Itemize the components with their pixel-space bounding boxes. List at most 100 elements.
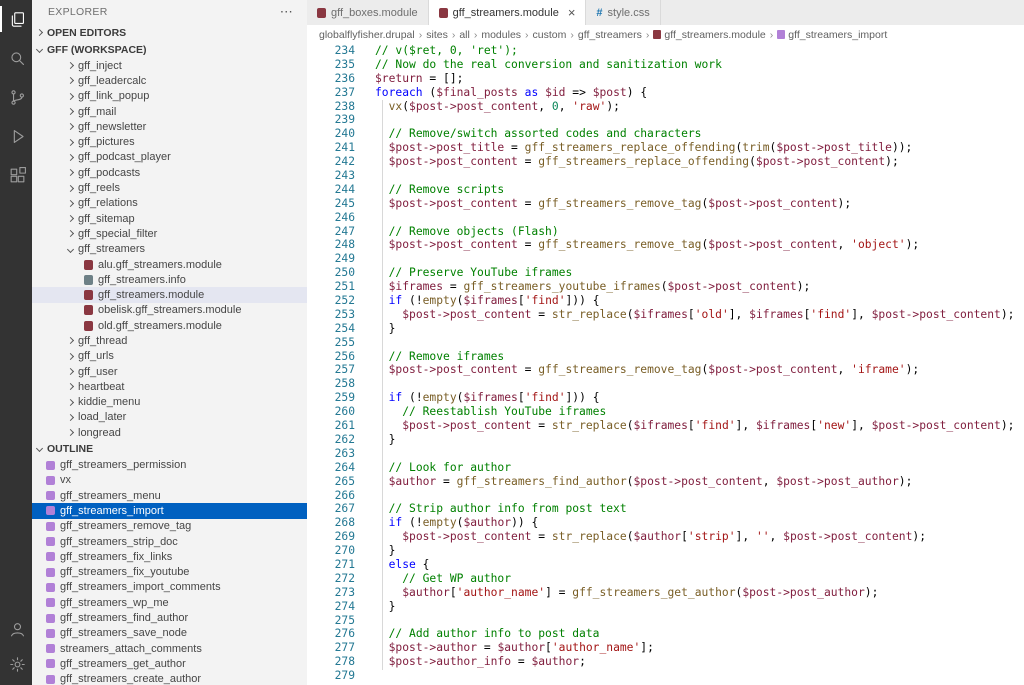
code-line[interactable]: 263 <box>307 447 1024 461</box>
code-line[interactable]: 260 // Reestablish YouTube iframes <box>307 405 1024 419</box>
extensions-icon[interactable] <box>0 162 32 188</box>
tree-item[interactable]: gff_newsletter <box>32 119 307 134</box>
code-line[interactable]: 247 // Remove objects (Flash) <box>307 225 1024 239</box>
outline-item[interactable]: gff_streamers_fix_links <box>32 549 307 564</box>
breadcrumb-item[interactable]: modules <box>481 29 521 41</box>
outline-item[interactable]: streamers_attach_comments <box>32 641 307 656</box>
outline-section[interactable]: OUTLINE <box>32 440 307 457</box>
tree-item[interactable]: kiddie_menu <box>32 395 307 410</box>
code-line[interactable]: 269 $post->post_content = str_replace($a… <box>307 530 1024 544</box>
code-line[interactable]: 249 <box>307 252 1024 266</box>
tree-item[interactable]: gff_special_filter <box>32 226 307 241</box>
tab[interactable]: gff_streamers.module× <box>429 0 587 25</box>
tab[interactable]: #style.css <box>586 0 660 25</box>
outline-item[interactable]: gff_streamers_get_author <box>32 656 307 671</box>
code-line[interactable]: 265 $author = gff_streamers_find_author(… <box>307 475 1024 489</box>
tree-item[interactable]: gff_inject <box>32 58 307 73</box>
code-line[interactable]: 245 $post->post_content = gff_streamers_… <box>307 197 1024 211</box>
tree-item[interactable]: gff_user <box>32 364 307 379</box>
code-line[interactable]: 248 $post->post_content = gff_streamers_… <box>307 238 1024 252</box>
code-line[interactable]: 275 <box>307 614 1024 628</box>
code-line[interactable]: 241 $post->post_title = gff_streamers_re… <box>307 141 1024 155</box>
settings-icon[interactable] <box>0 651 32 677</box>
tree-item[interactable]: old.gff_streamers.module <box>32 318 307 333</box>
breadcrumb-item[interactable]: gff_streamers.module <box>653 29 765 41</box>
breadcrumb-item[interactable]: gff_streamers_import <box>777 29 887 41</box>
code-line[interactable]: 242 $post->post_content = gff_streamers_… <box>307 155 1024 169</box>
code-line[interactable]: 277 $post->author = $author['author_name… <box>307 641 1024 655</box>
breadcrumb-item[interactable]: sites <box>426 29 448 41</box>
tree-item[interactable]: gff_pictures <box>32 134 307 149</box>
outline-item[interactable]: vx <box>32 473 307 488</box>
code-line[interactable]: 270 } <box>307 544 1024 558</box>
accounts-icon[interactable] <box>0 616 32 642</box>
outline-item[interactable]: gff_streamers_strip_doc <box>32 534 307 549</box>
code-line[interactable]: 279 <box>307 669 1024 683</box>
outline-item[interactable]: gff_streamers_import <box>32 503 307 518</box>
tree-item[interactable]: gff_streamers.info <box>32 272 307 287</box>
code-line[interactable]: 274 } <box>307 600 1024 614</box>
open-editors-section[interactable]: OPEN EDITORS <box>32 24 307 41</box>
code-line[interactable]: 238 vx($post->post_content, 0, 'raw'); <box>307 100 1024 114</box>
code-line[interactable]: 257 $post->post_content = gff_streamers_… <box>307 363 1024 377</box>
code-line[interactable]: 262 } <box>307 433 1024 447</box>
outline-item[interactable]: gff_streamers_menu <box>32 488 307 503</box>
source-control-icon[interactable] <box>0 84 32 110</box>
more-actions-icon[interactable]: ⋯ <box>280 4 293 20</box>
breadcrumb-item[interactable]: all <box>459 29 470 41</box>
code-line[interactable]: 264 // Look for author <box>307 461 1024 475</box>
tree-item[interactable]: gff_reels <box>32 180 307 195</box>
code-line[interactable]: 272 // Get WP author <box>307 572 1024 586</box>
code-line[interactable]: 261 $post->post_content = str_replace($i… <box>307 419 1024 433</box>
outline-item[interactable]: gff_streamers_remove_tag <box>32 519 307 534</box>
code-line[interactable]: 254 } <box>307 322 1024 336</box>
code-line[interactable]: 278 $post->author_info = $author; <box>307 655 1024 669</box>
outline-item[interactable]: gff_streamers_import_comments <box>32 580 307 595</box>
outline-item[interactable]: gff_streamers_find_author <box>32 610 307 625</box>
code-line[interactable]: 253 $post->post_content = str_replace($i… <box>307 308 1024 322</box>
tree-item[interactable]: gff_link_popup <box>32 89 307 104</box>
outline-item[interactable]: gff_streamers_fix_youtube <box>32 565 307 580</box>
code-line[interactable]: 271 else { <box>307 558 1024 572</box>
tree-item[interactable]: gff_streamers.module <box>32 287 307 302</box>
code-line[interactable]: 244 // Remove scripts <box>307 183 1024 197</box>
code-line[interactable]: 236$return = []; <box>307 72 1024 86</box>
tree-item[interactable]: gff_relations <box>32 196 307 211</box>
tree-item[interactable]: gff_streamers <box>32 242 307 257</box>
code-editor[interactable]: 234// v($ret, 0, 'ret');235// Now do the… <box>307 44 1024 685</box>
code-line[interactable]: 255 <box>307 336 1024 350</box>
breadcrumb-item[interactable]: globalflyfisher.drupal <box>319 29 415 41</box>
run-debug-icon[interactable] <box>0 123 32 149</box>
code-line[interactable]: 237foreach ($final_posts as $id => $post… <box>307 86 1024 100</box>
tree-item[interactable]: gff_mail <box>32 104 307 119</box>
outline-item[interactable]: gff_streamers_permission <box>32 457 307 472</box>
code-line[interactable]: 256 // Remove iframes <box>307 350 1024 364</box>
tree-item[interactable]: gff_podcasts <box>32 165 307 180</box>
code-line[interactable]: 276 // Add author info to post data <box>307 627 1024 641</box>
code-line[interactable]: 250 // Preserve YouTube iframes <box>307 266 1024 280</box>
breadcrumb-item[interactable]: gff_streamers <box>578 29 642 41</box>
tab[interactable]: gff_boxes.module <box>307 0 429 25</box>
code-line[interactable]: 273 $author['author_name'] = gff_streame… <box>307 586 1024 600</box>
tree-item[interactable]: load_later <box>32 410 307 425</box>
outline-item[interactable]: gff_streamers_wp_me <box>32 595 307 610</box>
tree-item[interactable]: longread <box>32 425 307 440</box>
tree-item[interactable]: gff_thread <box>32 333 307 348</box>
code-line[interactable]: 259 if (!empty($iframes['find'])) { <box>307 391 1024 405</box>
code-line[interactable]: 267 // Strip author info from post text <box>307 502 1024 516</box>
tree-item[interactable]: obelisk.gff_streamers.module <box>32 303 307 318</box>
outline-item[interactable]: gff_streamers_save_node <box>32 626 307 641</box>
code-line[interactable]: 239 <box>307 113 1024 127</box>
outline-item[interactable]: gff_streamers_create_author <box>32 672 307 685</box>
code-line[interactable]: 252 if (!empty($iframes['find'])) { <box>307 294 1024 308</box>
code-line[interactable]: 266 <box>307 489 1024 503</box>
tree-item[interactable]: heartbeat <box>32 379 307 394</box>
code-line[interactable]: 246 <box>307 211 1024 225</box>
code-line[interactable]: 240 // Remove/switch assorted codes and … <box>307 127 1024 141</box>
breadcrumb-item[interactable]: custom <box>533 29 567 41</box>
code-line[interactable]: 234// v($ret, 0, 'ret'); <box>307 44 1024 58</box>
tree-item[interactable]: gff_urls <box>32 349 307 364</box>
code-line[interactable]: 268 if (!empty($author)) { <box>307 516 1024 530</box>
tree-item[interactable]: alu.gff_streamers.module <box>32 257 307 272</box>
tree-item[interactable]: gff_sitemap <box>32 211 307 226</box>
